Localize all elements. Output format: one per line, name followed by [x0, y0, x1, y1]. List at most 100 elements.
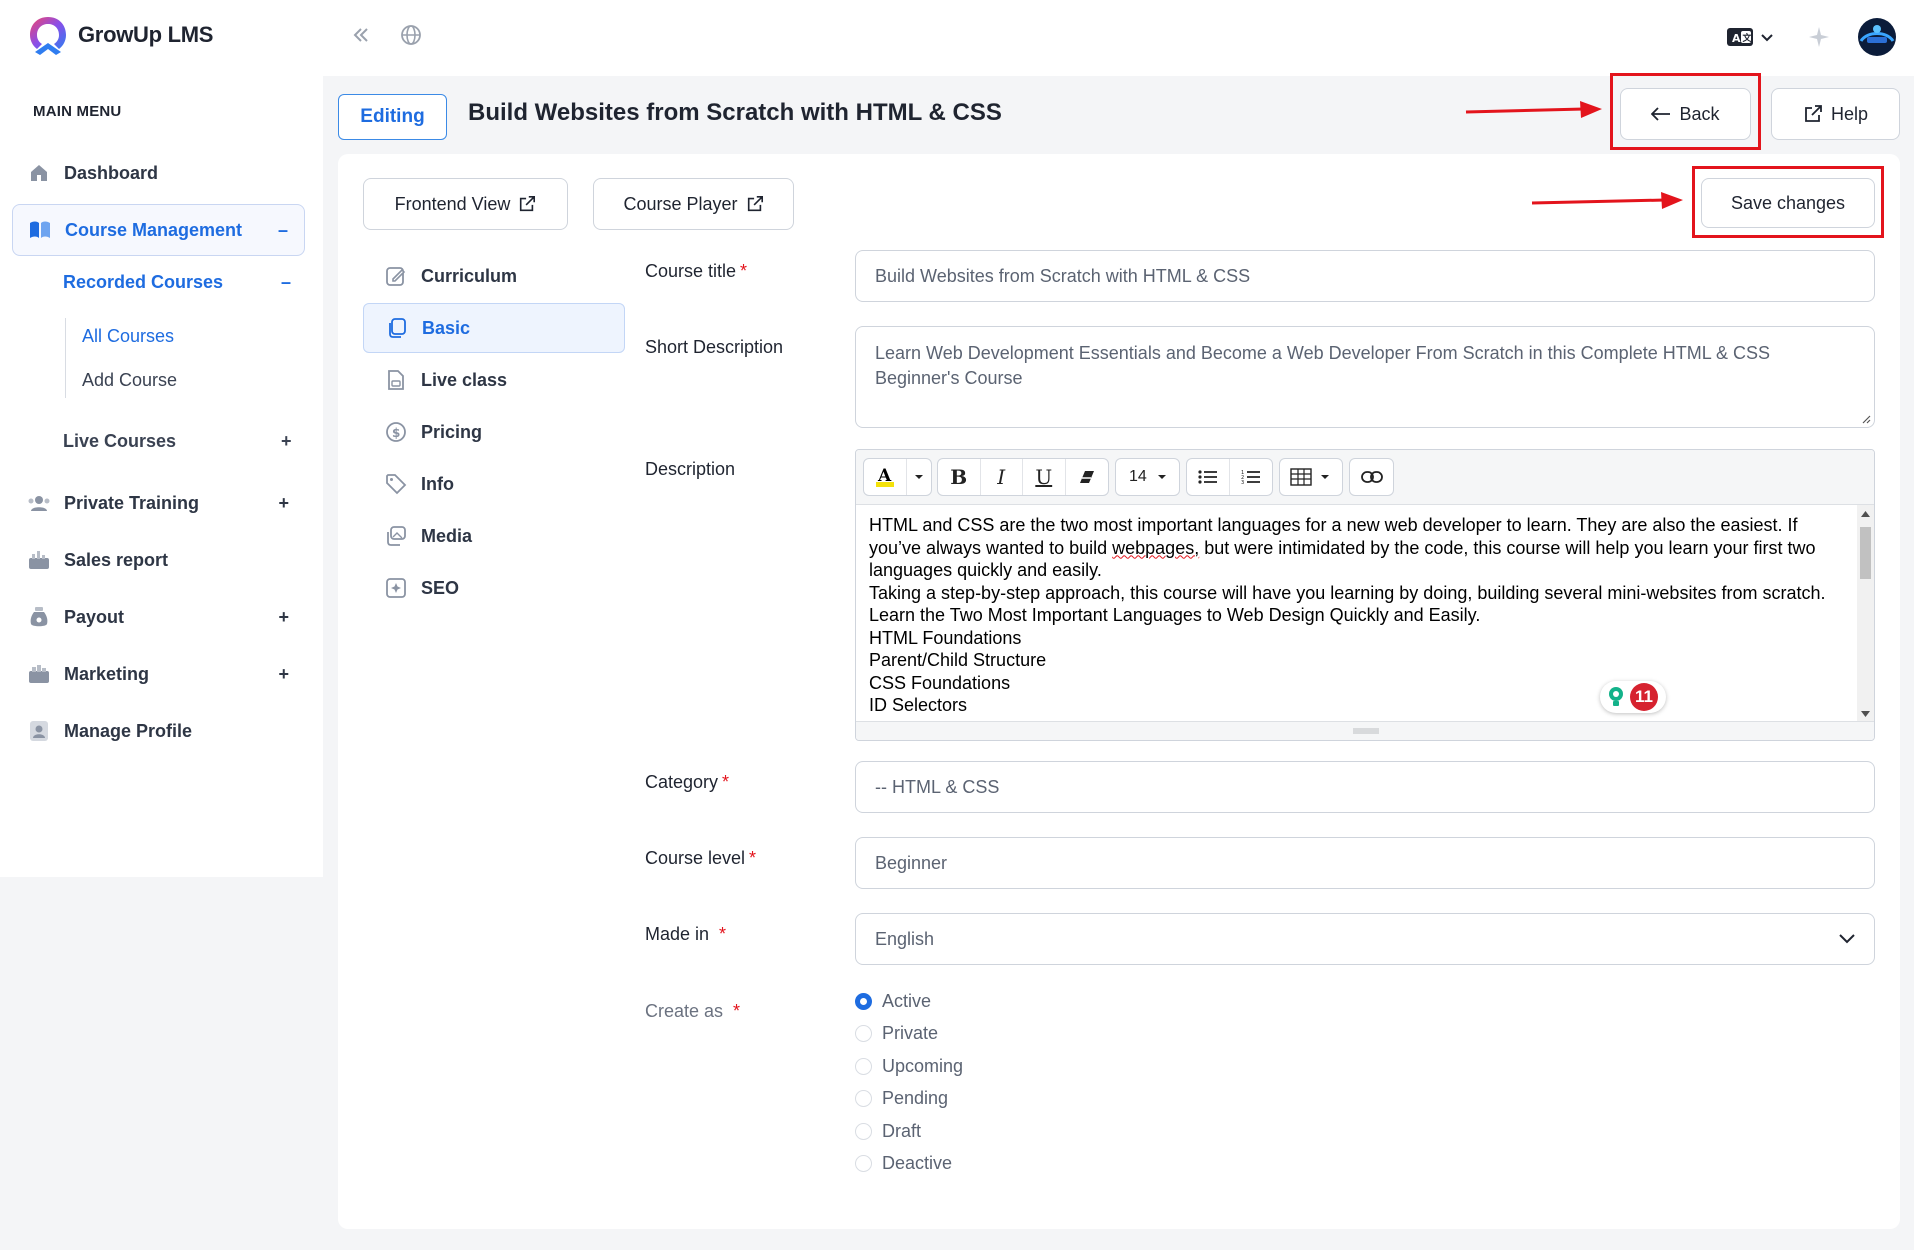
radio-circle[interactable] — [855, 1155, 872, 1172]
external-link-icon — [1805, 105, 1822, 122]
radio-active[interactable]: Active — [855, 991, 931, 1012]
scroll-up-icon[interactable] — [1861, 511, 1870, 517]
sidebar-item-live-courses[interactable]: Live Courses — [63, 431, 176, 452]
globe-icon[interactable] — [400, 24, 422, 51]
sidebar-item-recorded-courses[interactable]: Recorded Courses — [63, 272, 223, 293]
radio-draft[interactable]: Draft — [855, 1121, 921, 1142]
radio-circle[interactable] — [855, 1058, 872, 1075]
scroll-down-icon[interactable] — [1861, 711, 1870, 717]
description-editor[interactable]: A B I U 14 123 HTML and CSS are the two … — [855, 449, 1875, 741]
short-description-textarea[interactable]: Learn Web Development Essentials and Bec… — [855, 326, 1875, 428]
radio-circle[interactable] — [855, 1090, 872, 1107]
tab-pricing[interactable]: $ Pricing — [363, 407, 625, 457]
bullet-list-icon — [1198, 470, 1217, 484]
underline-button[interactable]: U — [1023, 459, 1066, 495]
table-dropdown-button[interactable] — [1279, 458, 1343, 496]
expand-toggle[interactable]: + — [278, 493, 289, 514]
radio-pending[interactable]: Pending — [855, 1088, 948, 1109]
editing-badge: Editing — [338, 94, 447, 140]
sidebar-item-label: Dashboard — [64, 162, 159, 183]
radio-upcoming[interactable]: Upcoming — [855, 1056, 963, 1077]
home-icon — [28, 162, 50, 184]
eraser-icon — [1079, 471, 1094, 483]
language-switcher[interactable]: A文 — [1726, 27, 1776, 52]
sparkle-icon[interactable] — [1808, 26, 1830, 53]
sidebar-item-label: Marketing — [64, 663, 150, 684]
back-label: Back — [1679, 103, 1720, 124]
radio-circle[interactable] — [855, 993, 872, 1010]
paragraph: CSS Foundations — [869, 672, 1011, 693]
editor-resize-bar[interactable] — [856, 721, 1874, 740]
top-bar — [323, 0, 1914, 76]
sidebar-item-course-management[interactable]: Course Management – — [12, 204, 305, 256]
expand-toggle[interactable]: + — [278, 607, 289, 628]
caret-down-icon — [1157, 475, 1166, 479]
sidebar-item-sales-report[interactable]: Sales report — [12, 534, 305, 586]
sidebar-item-all-courses[interactable]: All Courses — [82, 326, 174, 347]
sidebar-item-add-course[interactable]: Add Course — [82, 370, 177, 391]
sidebar-item-private-training[interactable]: Private Training + — [12, 477, 305, 529]
radio-circle[interactable] — [855, 1025, 872, 1042]
sidebar-item-payout[interactable]: Payout + — [12, 591, 305, 643]
sidebar-item-label: Payout — [64, 606, 125, 627]
course-player-button[interactable]: Course Player — [593, 178, 794, 230]
tab-media[interactable]: Media — [363, 511, 625, 561]
sidebar-item-marketing[interactable]: Marketing + — [12, 648, 305, 700]
edit-icon — [386, 267, 406, 286]
color-dropdown-button[interactable] — [907, 459, 931, 495]
course-level-select[interactable]: Beginner — [855, 837, 1875, 889]
collapse-toggle[interactable]: – — [281, 272, 291, 293]
frontend-view-label: Frontend View — [394, 193, 511, 214]
grammar-checker-widget[interactable]: 11 — [1600, 681, 1666, 713]
tab-label: SEO — [421, 577, 460, 598]
collapse-sidebar-icon[interactable] — [350, 24, 372, 51]
sidebar-item-dashboard[interactable]: Dashboard — [12, 147, 305, 199]
sidebar-item-label: Manage Profile — [64, 720, 193, 741]
link-icon — [1360, 471, 1383, 483]
text-color-button[interactable]: A — [864, 459, 908, 495]
bold-button[interactable]: B — [938, 459, 981, 495]
tab-curriculum[interactable]: Curriculum — [363, 251, 625, 301]
tab-live-class[interactable]: Live class — [363, 355, 625, 405]
caret-down-icon — [915, 475, 924, 479]
sidebar-item-manage-profile[interactable]: Manage Profile — [12, 705, 305, 757]
tab-label: Basic — [422, 317, 471, 338]
collapse-toggle[interactable]: – — [278, 220, 288, 241]
editor-toolbar: A B I U 14 123 — [856, 450, 1874, 505]
radio-private[interactable]: Private — [855, 1023, 938, 1044]
save-changes-button[interactable]: Save changes — [1701, 178, 1875, 228]
help-button[interactable]: Help — [1771, 88, 1900, 140]
annotation-arrow — [1530, 191, 1685, 218]
clear-format-button[interactable] — [1066, 459, 1108, 495]
numbered-list-icon: 123 — [1241, 470, 1260, 485]
expand-toggle[interactable]: + — [281, 431, 292, 452]
bulleted-list-button[interactable] — [1187, 459, 1230, 495]
font-size-select[interactable]: 14 — [1115, 458, 1180, 496]
back-button[interactable]: Back — [1620, 88, 1751, 140]
app-logo[interactable]: GrowUp LMS — [26, 14, 213, 56]
frontend-view-button[interactable]: Frontend View — [363, 178, 568, 230]
numbered-list-button[interactable]: 123 — [1230, 459, 1273, 495]
expand-toggle[interactable]: + — [278, 664, 289, 685]
paragraph: HTML and CSS are the two most important … — [869, 515, 1816, 580]
sidebar-item-label: Private Training — [64, 492, 200, 513]
annotation-arrow — [1464, 100, 1604, 127]
tab-seo[interactable]: SEO — [363, 563, 625, 613]
radio-deactive[interactable]: Deactive — [855, 1153, 952, 1174]
category-select[interactable]: -- HTML & CSS — [855, 761, 1875, 813]
editor-scrollbar[interactable] — [1857, 505, 1874, 723]
resize-handle-icon[interactable] — [1861, 414, 1871, 424]
tab-label: Media — [421, 525, 473, 546]
scroll-thumb[interactable] — [1860, 527, 1871, 579]
link-button[interactable] — [1349, 458, 1394, 496]
avatar[interactable] — [1857, 17, 1897, 62]
course-title-input[interactable]: Build Websites from Scratch with HTML & … — [855, 250, 1875, 302]
paragraph: Learn the Two Most Important Languages t… — [869, 605, 1481, 625]
radio-circle[interactable] — [855, 1123, 872, 1140]
italic-button[interactable]: I — [981, 459, 1023, 495]
made-in-label: Made in * — [645, 924, 727, 944]
tab-basic[interactable]: Basic — [363, 303, 625, 353]
editor-content[interactable]: HTML and CSS are the two most important … — [869, 514, 1849, 717]
made-in-select[interactable]: English — [855, 913, 1875, 965]
tab-info[interactable]: Info — [363, 459, 625, 509]
